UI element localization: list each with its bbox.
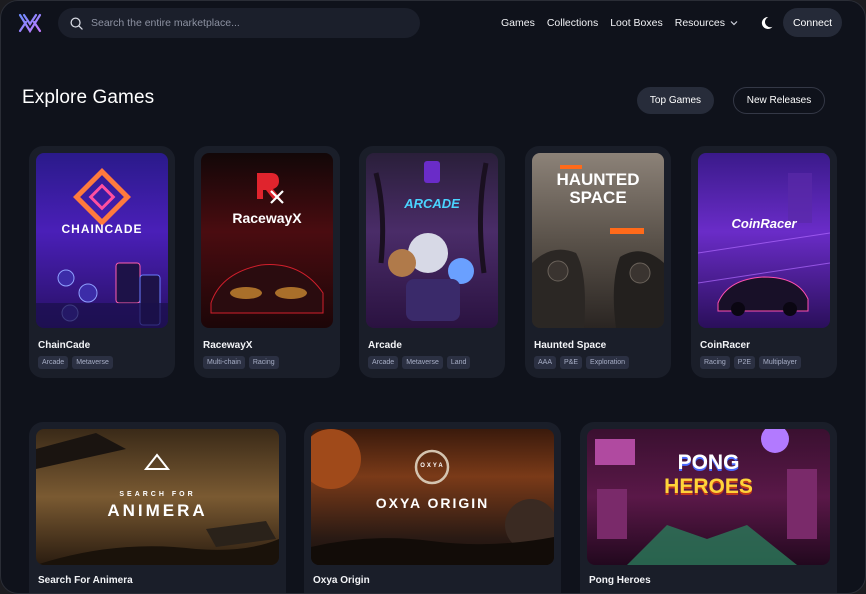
- game-tag[interactable]: Exploration: [586, 356, 630, 369]
- search-bar[interactable]: [58, 8, 420, 38]
- game-tags: Racing P2E Multiplayer: [700, 356, 801, 369]
- search-input[interactable]: [91, 17, 391, 29]
- game-name: Haunted Space: [534, 340, 607, 351]
- nav-link-resources-label: Resources: [674, 17, 725, 29]
- game-tags: Multi-chain Racing: [203, 356, 279, 369]
- game-art-subtitle: PONG: [677, 451, 740, 474]
- chaincade-art: [36, 168, 168, 328]
- game-card-search-for-animera[interactable]: SEARCH FOR ANIMERA Search For Animera: [29, 422, 286, 593]
- game-card-coinracer[interactable]: CoinRacer CoinRacer Racing P2E Multiplay…: [691, 146, 837, 378]
- game-art-title: CHAINCADE: [61, 222, 143, 236]
- nav-link-resources[interactable]: Resources: [675, 17, 738, 29]
- game-art-title: ARCADE: [404, 196, 460, 211]
- game-tag[interactable]: Racing: [700, 356, 730, 369]
- page-title: Explore Games: [22, 87, 155, 108]
- game-art-subtitle: OXYA: [420, 463, 445, 469]
- game-tag[interactable]: P&E: [560, 356, 583, 369]
- game-tag[interactable]: Arcade: [38, 356, 69, 369]
- game-thumbnail: OXYA OXYA ORIGIN: [311, 429, 554, 565]
- game-name: ChainCade: [38, 340, 91, 351]
- game-thumbnail: SEARCH FOR ANIMERA: [36, 429, 279, 565]
- game-name: RacewayX: [203, 340, 253, 351]
- game-name: Arcade: [368, 340, 402, 351]
- game-card-racewayx[interactable]: RacewayX RacewayX Multi-chain Racing: [194, 146, 340, 378]
- game-tag[interactable]: Metaverse: [72, 356, 113, 369]
- moon-icon[interactable]: [760, 14, 778, 32]
- game-tag[interactable]: Arcade: [368, 356, 399, 369]
- game-name: Pong Heroes: [589, 575, 651, 586]
- game-card-arcade[interactable]: ARCADE Arcade Arcade Metaverse Land: [359, 146, 505, 378]
- game-card-chaincade[interactable]: CHAINCADE ChainCade Arcade Metaverse: [29, 146, 175, 378]
- coinracer-art: [698, 173, 830, 316]
- arcade-art: [373, 161, 489, 321]
- game-tag[interactable]: Racing: [248, 356, 279, 369]
- racewayx-art: [210, 173, 324, 314]
- game-thumbnail: RacewayX: [201, 153, 333, 328]
- game-name: Oxya Origin: [313, 575, 370, 586]
- game-tags: AAA P&E Exploration: [534, 356, 630, 369]
- game-tags: Arcade Metaverse: [38, 356, 113, 369]
- game-card-pong-heroes[interactable]: PONG HEROES Pong Heroes: [580, 422, 837, 593]
- game-tag[interactable]: Metaverse: [402, 356, 443, 369]
- logo-icon[interactable]: [17, 10, 43, 36]
- game-art-title: ANIMERA: [107, 501, 208, 520]
- search-icon: [70, 16, 83, 30]
- chevron-down-icon: [730, 21, 738, 26]
- new-releases-button[interactable]: New Releases: [733, 87, 825, 114]
- game-card-oxya-origin[interactable]: OXYA OXYA ORIGIN Oxya Origin: [304, 422, 561, 593]
- game-name: Search For Animera: [38, 575, 133, 586]
- game-art-title: CoinRacer: [731, 216, 797, 231]
- top-games-button[interactable]: Top Games: [637, 87, 714, 114]
- nav-link-collections[interactable]: Collections: [547, 17, 598, 29]
- game-thumbnail: CHAINCADE: [36, 153, 168, 328]
- game-tags: Arcade Metaverse Land: [368, 356, 471, 369]
- top-nav: Games Collections Loot Boxes Resources C…: [1, 1, 865, 45]
- game-tag[interactable]: AAA: [534, 356, 557, 369]
- connect-button[interactable]: Connect: [783, 8, 842, 37]
- nav-links: Games Collections Loot Boxes Resources: [501, 1, 738, 45]
- game-thumbnail: PONG HEROES: [587, 429, 830, 565]
- game-tag[interactable]: P2E: [733, 356, 756, 369]
- app-window: Games Collections Loot Boxes Resources C…: [0, 0, 866, 594]
- nav-link-games[interactable]: Games: [501, 17, 535, 29]
- game-tag[interactable]: Land: [446, 356, 471, 369]
- game-art-title: OXYA ORIGIN: [375, 495, 490, 511]
- game-art-title: HEROES: [664, 475, 753, 498]
- game-art-subtitle: SEARCH FOR: [119, 491, 196, 498]
- game-name: CoinRacer: [700, 340, 751, 351]
- game-thumbnail: CoinRacer: [698, 153, 830, 328]
- game-art-title: RacewayX: [232, 210, 302, 226]
- game-card-haunted-space[interactable]: HAUNTED SPACE Haunted Space AAA P&E Expl…: [525, 146, 671, 378]
- game-thumbnail: ARCADE: [366, 153, 498, 328]
- game-tag[interactable]: Multiplayer: [759, 356, 801, 369]
- game-art-title: HAUNTED SPACE: [556, 170, 640, 207]
- nav-link-loot-boxes[interactable]: Loot Boxes: [610, 17, 663, 29]
- game-tag[interactable]: Multi-chain: [203, 356, 245, 369]
- game-thumbnail: HAUNTED SPACE: [532, 153, 664, 328]
